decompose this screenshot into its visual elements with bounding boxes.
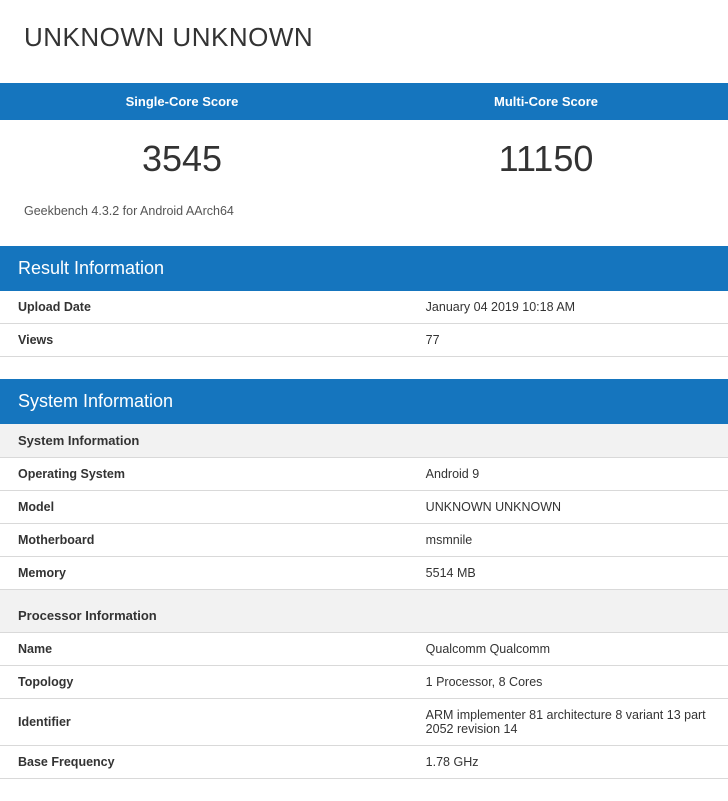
single-core-value: 3545: [0, 120, 364, 200]
row-label: Views: [0, 324, 408, 357]
multi-core-value: 11150: [364, 120, 728, 200]
single-core-col: Single-Core Score 3545: [0, 83, 364, 200]
subheader-label: Processor Information: [0, 590, 728, 633]
row-value: 5514 MB: [408, 557, 728, 590]
system-info-table: System Information Operating System Andr…: [0, 424, 728, 779]
table-row: Model UNKNOWN UNKNOWN: [0, 491, 728, 524]
row-label: Topology: [0, 666, 408, 699]
table-row: Name Qualcomm Qualcomm: [0, 633, 728, 666]
row-value: Android 9: [408, 458, 728, 491]
row-label: Upload Date: [0, 291, 408, 324]
row-value: msmnile: [408, 524, 728, 557]
row-value: January 04 2019 10:18 AM: [408, 291, 728, 324]
table-row: Memory 5514 MB: [0, 557, 728, 590]
multi-core-label: Multi-Core Score: [364, 83, 728, 120]
table-row: Motherboard msmnile: [0, 524, 728, 557]
system-info-header: System Information: [0, 379, 728, 424]
row-label: Operating System: [0, 458, 408, 491]
row-label: Base Frequency: [0, 746, 408, 779]
scores-row: Single-Core Score 3545 Multi-Core Score …: [0, 83, 728, 200]
result-info-table: Upload Date January 04 2019 10:18 AM Vie…: [0, 291, 728, 357]
row-value: 77: [408, 324, 728, 357]
table-row: Topology 1 Processor, 8 Cores: [0, 666, 728, 699]
result-info-header: Result Information: [0, 246, 728, 291]
geekbench-version: Geekbench 4.3.2 for Android AArch64: [0, 200, 728, 246]
table-row: Views 77: [0, 324, 728, 357]
row-value: 1.78 GHz: [408, 746, 728, 779]
subheader-label: System Information: [0, 424, 728, 458]
row-value: 1 Processor, 8 Cores: [408, 666, 728, 699]
page-title: UNKNOWN UNKNOWN: [0, 0, 728, 83]
row-label: Model: [0, 491, 408, 524]
multi-core-col: Multi-Core Score 11150: [364, 83, 728, 200]
row-label: Name: [0, 633, 408, 666]
table-row: Operating System Android 9: [0, 458, 728, 491]
table-row: Identifier ARM implementer 81 architectu…: [0, 699, 728, 746]
single-core-label: Single-Core Score: [0, 83, 364, 120]
row-label: Memory: [0, 557, 408, 590]
table-row: Base Frequency 1.78 GHz: [0, 746, 728, 779]
subheader-row: System Information: [0, 424, 728, 458]
row-value: ARM implementer 81 architecture 8 varian…: [408, 699, 728, 746]
row-label: Motherboard: [0, 524, 408, 557]
table-row: Upload Date January 04 2019 10:18 AM: [0, 291, 728, 324]
row-value: UNKNOWN UNKNOWN: [408, 491, 728, 524]
row-value: Qualcomm Qualcomm: [408, 633, 728, 666]
row-label: Identifier: [0, 699, 408, 746]
subheader-row: Processor Information: [0, 590, 728, 633]
